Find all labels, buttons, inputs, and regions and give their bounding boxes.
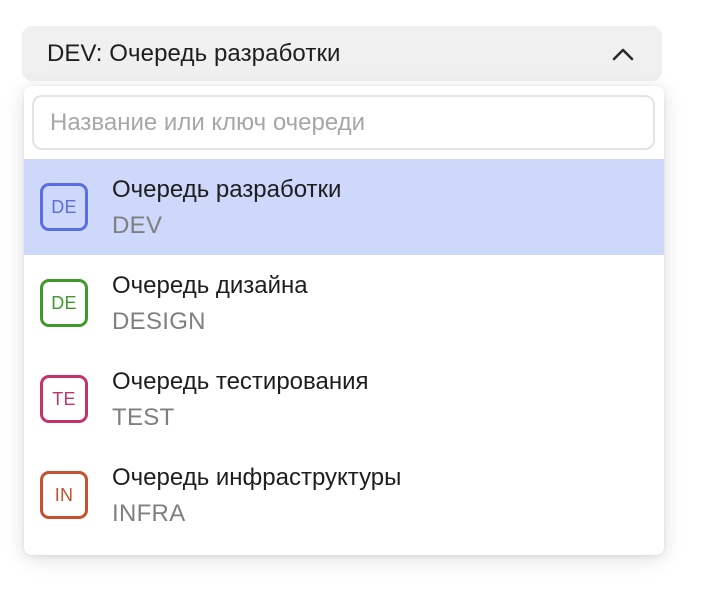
queue-option-dev[interactable]: DE Очередь разработки DEV <box>24 159 664 255</box>
queue-option-text: Очередь инфраструктуры INFRA <box>112 463 401 529</box>
queue-dropdown-panel: DE Очередь разработки DEV DE Очередь диз… <box>24 86 664 555</box>
queue-badge-icon: IN <box>40 471 88 519</box>
queue-badge-icon: DE <box>40 279 88 327</box>
queue-option-name: Очередь дизайна <box>112 272 308 299</box>
queue-option-name: Очередь разработки <box>112 176 342 203</box>
queue-option-name: Очередь тестирования <box>112 368 369 395</box>
chevron-up-icon[interactable] <box>610 41 636 67</box>
queue-option-key: TEST <box>112 404 175 431</box>
queue-select-widget: DEV: Очередь разработки DE Очередь разра… <box>0 0 710 600</box>
queue-option-key: INFRA <box>112 500 186 527</box>
queue-option-infra[interactable]: IN Очередь инфраструктуры INFRA <box>24 447 664 543</box>
queue-badge-icon: TE <box>40 375 88 423</box>
queue-options-list: DE Очередь разработки DEV DE Очередь диз… <box>24 159 664 543</box>
selected-queue-value: DEV: Очередь разработки <box>47 39 341 67</box>
queue-option-design[interactable]: DE Очередь дизайна DESIGN <box>24 255 664 351</box>
queue-option-name: Очередь инфраструктуры <box>112 464 402 491</box>
queue-option-key: DESIGN <box>112 308 206 335</box>
queue-option-text: Очередь тестирования TEST <box>112 367 369 433</box>
queue-badge-icon: DE <box>40 183 88 231</box>
search-field-wrapper <box>32 95 655 150</box>
queue-option-text: Очередь дизайна DESIGN <box>112 271 308 337</box>
queue-select-trigger[interactable]: DEV: Очередь разработки <box>22 26 662 81</box>
queue-option-key: DEV <box>112 212 163 239</box>
queue-search-input[interactable] <box>34 97 653 148</box>
queue-option-text: Очередь разработки DEV <box>112 175 341 241</box>
queue-option-test[interactable]: TE Очередь тестирования TEST <box>24 351 664 447</box>
